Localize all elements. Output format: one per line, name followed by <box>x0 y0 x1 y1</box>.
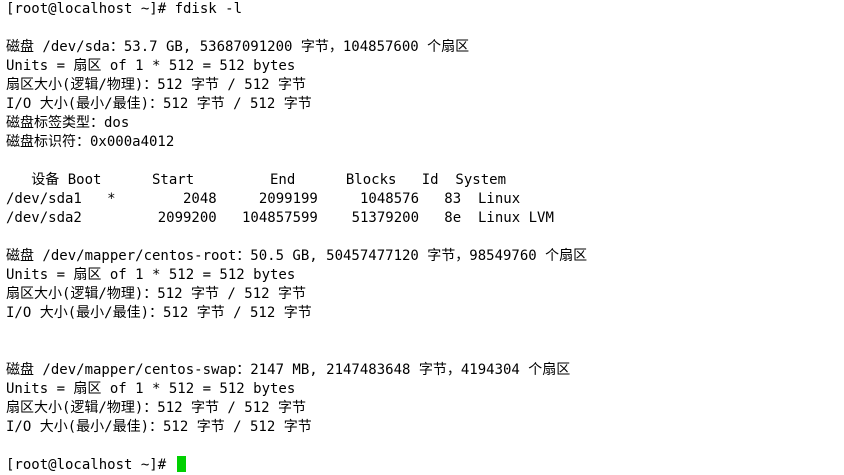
partition-row: /dev/sda1 * 2048 2099199 1048576 83 Linu… <box>6 191 521 207</box>
output-line: I/O 大小(最小/最佳)：512 字节 / 512 字节 <box>6 96 312 112</box>
shell-prompt: [root@localhost ~]# <box>6 457 175 473</box>
terminal-window[interactable]: [root@localhost ~]# fdisk -l 磁盘 /dev/sda… <box>0 0 844 475</box>
output-line: 扇区大小(逻辑/物理)：512 字节 / 512 字节 <box>6 286 307 302</box>
terminal-output: [root@localhost ~]# fdisk -l 磁盘 /dev/sda… <box>6 0 587 475</box>
output-line: 扇区大小(逻辑/物理)：512 字节 / 512 字节 <box>6 400 307 416</box>
output-line: 磁盘 /dev/mapper/centos-root：50.5 GB, 5045… <box>6 248 588 264</box>
output-line: Units = 扇区 of 1 * 512 = 512 bytes <box>6 267 296 283</box>
output-line: I/O 大小(最小/最佳)：512 字节 / 512 字节 <box>6 419 312 435</box>
output-line: 磁盘 /dev/sda：53.7 GB, 53687091200 字节，1048… <box>6 39 470 55</box>
current-prompt-line[interactable]: [root@localhost ~]# <box>6 456 587 475</box>
output-line: I/O 大小(最小/最佳)：512 字节 / 512 字节 <box>6 305 312 321</box>
output-line: Units = 扇区 of 1 * 512 = 512 bytes <box>6 58 296 74</box>
output-line: 扇区大小(逻辑/物理)：512 字节 / 512 字节 <box>6 77 307 93</box>
prompt-line: [root@localhost ~]# fdisk -l <box>6 1 243 17</box>
terminal-cursor <box>176 456 186 472</box>
output-line: 磁盘 /dev/mapper/centos-swap：2147 MB, 2147… <box>6 362 571 378</box>
partition-table-header: 设备 Boot Start End Blocks Id System <box>6 172 507 188</box>
output-line: Units = 扇区 of 1 * 512 = 512 bytes <box>6 381 296 397</box>
partition-row: /dev/sda2 2099200 104857599 51379200 8e … <box>6 210 554 226</box>
output-line: 磁盘标签类型：dos <box>6 115 130 131</box>
output-line: 磁盘标识符：0x000a4012 <box>6 134 175 150</box>
